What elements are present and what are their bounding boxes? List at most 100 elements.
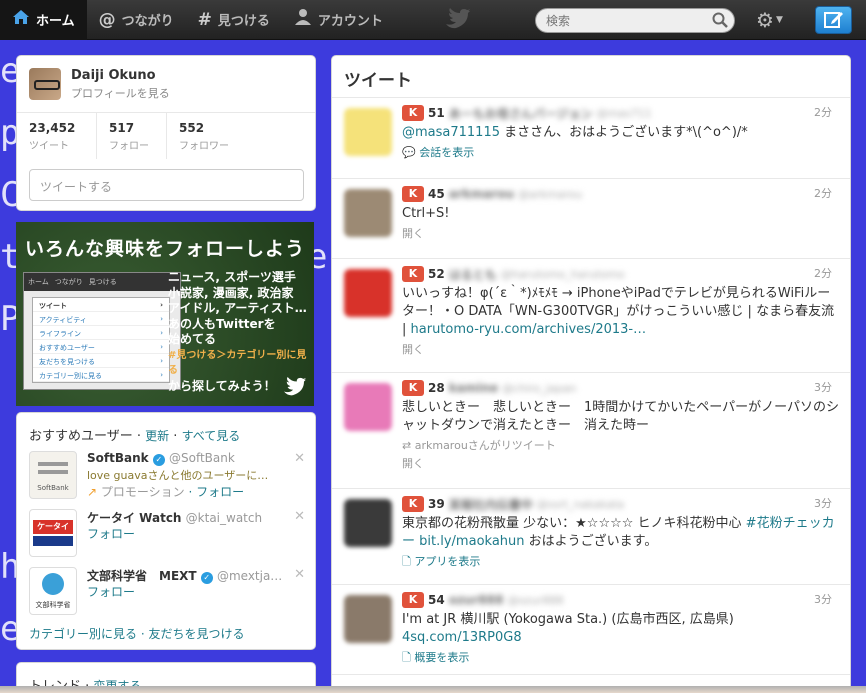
tweet-compose-box[interactable]: ツイートする	[29, 169, 304, 201]
view-summary-link[interactable]: 🗋 概要を表示	[402, 649, 842, 668]
hash-icon: #	[197, 9, 212, 30]
banner-shot-menu-item: カテゴリー別に見る ›	[33, 368, 169, 382]
avatar[interactable]	[344, 383, 392, 431]
speech-bubble-icon: 💬	[402, 146, 416, 159]
tweet-body: K 39 某報社内伝書中 @ssrt_nakakata 3分 東京都の花粉飛散量…	[402, 495, 842, 572]
person-icon	[294, 8, 312, 31]
avatar[interactable]	[344, 269, 392, 317]
rec-social-context[interactable]: love guavaさんと他のユーザーに…	[87, 467, 268, 483]
tweet-author-name[interactable]: ozur888	[449, 593, 504, 607]
nav-account[interactable]: アカウント	[282, 0, 395, 40]
stat-tweets[interactable]: 23,452 ツイート	[17, 113, 97, 159]
tweet-body: K 28 kamine @chiro_japan 3分 悲しいときー 悲しいとき…	[402, 379, 842, 471]
profile-name[interactable]: Daiji Okuno	[71, 68, 156, 83]
follow-link[interactable]: フォロー	[196, 485, 244, 499]
tweet[interactable]: K 28 kamine @chiro_japan 3分 悲しいときー 悲しいとき…	[332, 373, 850, 489]
nav-home[interactable]: ホーム	[0, 0, 87, 40]
tweet-body: K 45 arkmarou @arkmarou 2分 Ctrl+S! 開く	[402, 185, 842, 241]
avatar[interactable]	[344, 189, 392, 237]
tweet-author-handle: @mas711	[596, 106, 652, 120]
dismiss-icon[interactable]: ✕	[294, 451, 305, 466]
browse-categories-link[interactable]: カテゴリー別に見る	[29, 627, 137, 641]
rec-user-mext: 文部科学省 文部科学省 MEXT ✓ @mextja… フォロー ✕	[29, 567, 305, 617]
follow-link[interactable]: フォロー	[87, 583, 135, 600]
rec-user-name[interactable]: SoftBank ✓ @SoftBank	[87, 451, 235, 466]
tweet[interactable]: K 45 arkmarou @arkmarou 2分 Ctrl+S! 開く	[332, 179, 850, 259]
refresh-link[interactable]: 更新	[145, 429, 169, 443]
follow-interests-banner[interactable]: いろんな興味をフォローしよう ホーム つながり 見つける ツイート › アクティビ…	[16, 222, 314, 406]
tweet-text: I'm at JR 横川駅 (Yokogawa Sta.) (広島市西区, 広島…	[402, 612, 734, 645]
tweet-time[interactable]: 3分	[814, 591, 832, 607]
stat-followers[interactable]: 552 フォロワー	[167, 113, 267, 159]
expand-link[interactable]: 開く	[402, 225, 842, 241]
twitter-bird-icon	[444, 8, 470, 33]
follow-link[interactable]: フォロー	[87, 525, 135, 542]
verified-icon: ✓	[200, 572, 213, 584]
tweet-time[interactable]: 3分	[814, 379, 832, 395]
compose-tweet-button[interactable]	[815, 6, 852, 34]
tweet-author-name[interactable]: あーもお母さんバージョン	[449, 105, 593, 122]
tweet-author-handle: @arkmarou	[518, 187, 583, 201]
klout-score: 52	[428, 267, 445, 281]
tweet-time[interactable]: 2分	[814, 265, 832, 281]
at-icon: @	[98, 9, 116, 30]
klout-score: 51	[428, 106, 445, 120]
retweet-context[interactable]: ⇄ arkmarouさんがリツイート	[402, 437, 842, 453]
dismiss-icon[interactable]: ✕	[294, 567, 305, 582]
tweet-author-name[interactable]: 某報社内伝書中	[449, 496, 533, 513]
view-all-link[interactable]: すべて見る	[182, 429, 241, 443]
rec-user-name[interactable]: 文部科学省 MEXT ✓ @mextja…	[87, 567, 282, 584]
expand-link[interactable]: 開く	[402, 341, 842, 357]
tweet-author-name[interactable]: kamine	[449, 381, 498, 395]
tweet-author-name[interactable]: arkmarou	[449, 187, 514, 201]
tweet[interactable]: K 52 はるとも @harutomo_harutomo 2分 いいっすね！φ(…	[332, 259, 850, 373]
tweet-time[interactable]: 3分	[814, 495, 832, 511]
tweet-time[interactable]: 2分	[814, 104, 832, 120]
tweet-author-name[interactable]: はるとも	[449, 266, 497, 283]
following-count: 517	[109, 121, 135, 135]
retweet-icon: ⇄	[402, 439, 412, 452]
rec-promo-line: ↗ プロモーション · フォロー	[87, 485, 245, 499]
tweet[interactable]: K 54 ozur888 @ozur888 3分 I'm at JR 横川駅 (…	[332, 585, 850, 675]
mention-link[interactable]: @masa711115	[402, 125, 500, 140]
mext-logo-text: 文部科学省	[35, 601, 71, 609]
avatar[interactable]	[344, 499, 392, 547]
klout-icon: K	[402, 105, 424, 121]
followers-label: フォロワー	[179, 141, 229, 152]
tweet[interactable]: K 51 あーもお母さんバージョン @mas711 2分 @masa711115…	[332, 98, 850, 179]
dismiss-icon[interactable]: ✕	[294, 509, 305, 524]
stat-following[interactable]: 517 フォロー	[97, 113, 167, 159]
nav-account-label: アカウント	[317, 14, 383, 29]
url-link[interactable]: harutomo-ryu.com/archives/2013-…	[411, 322, 647, 337]
gear-icon: ⚙	[756, 8, 774, 32]
home-icon	[12, 9, 30, 30]
url-link[interactable]: 4sq.com/13RP0G8	[402, 630, 522, 645]
nav-discover[interactable]: # 見つける	[186, 0, 282, 40]
view-app-link[interactable]: 🗋 アプリを表示	[402, 553, 842, 572]
klout-score: 28	[428, 381, 445, 395]
avatar[interactable]: ケータイ	[29, 509, 77, 557]
nav-connect[interactable]: @ つながり	[87, 0, 186, 40]
rec-user-name[interactable]: ケータイ Watch @ktai_watch	[87, 509, 262, 526]
find-friends-link[interactable]: 友だちを見つける	[148, 627, 244, 641]
verified-icon: ✓	[152, 454, 165, 466]
banner-hint: #見つける＞カテゴリー別に見る	[168, 349, 307, 377]
settings-menu[interactable]: ⚙ ▼	[756, 8, 783, 32]
tweet[interactable]: K 39 某報社内伝書中 @ssrt_nakakata 3分 東京都の花粉飛散量…	[332, 489, 850, 585]
banner-line: あの人もTwitterを	[168, 316, 276, 331]
search-input[interactable]	[535, 8, 735, 33]
tweet-header: K 39 某報社内伝書中 @ssrt_nakakata	[402, 495, 842, 513]
expand-link[interactable]: 開く	[402, 455, 842, 471]
document-icon: 🗋	[402, 555, 411, 568]
avatar[interactable]	[344, 108, 392, 156]
url-link[interactable]: bit.ly/maokahun	[419, 534, 524, 549]
tweet-header: K 45 arkmarou @arkmarou	[402, 185, 842, 203]
avatar[interactable]: SoftBank	[29, 451, 77, 499]
search-icon[interactable]	[712, 12, 728, 31]
avatar[interactable]	[29, 68, 61, 100]
avatar[interactable]: 文部科学省	[29, 567, 77, 615]
tweet-time[interactable]: 2分	[814, 185, 832, 201]
view-conversation-link[interactable]: 💬 会話を表示	[402, 144, 842, 160]
view-profile-link[interactable]: プロフィールを見る	[71, 85, 170, 101]
avatar[interactable]	[344, 595, 392, 643]
